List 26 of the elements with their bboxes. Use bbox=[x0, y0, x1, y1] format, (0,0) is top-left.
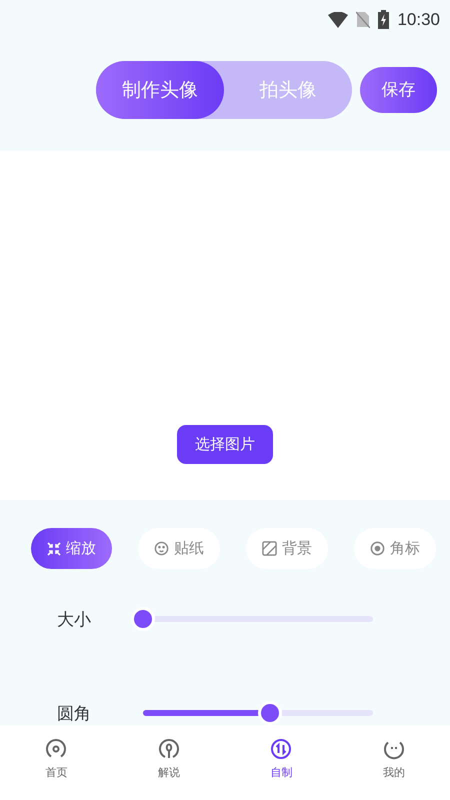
wifi-icon bbox=[328, 12, 348, 28]
nav-item[interactable]: 自制 bbox=[225, 725, 338, 800]
tool-tab[interactable]: 角标 bbox=[354, 528, 436, 569]
no-sim-icon bbox=[356, 11, 370, 28]
tab[interactable]: 制作头像 bbox=[96, 60, 224, 119]
target-icon bbox=[370, 541, 385, 556]
save-button[interactable]: 保存 bbox=[360, 66, 437, 113]
pin-circle-icon bbox=[158, 738, 180, 760]
hatched-square-icon bbox=[262, 541, 277, 556]
nav-item[interactable]: 首页 bbox=[0, 725, 112, 800]
swap-circle-icon bbox=[270, 738, 292, 760]
clock-time: 10:30 bbox=[397, 10, 440, 30]
slider-thumb[interactable] bbox=[131, 607, 155, 631]
nav-item[interactable]: 解说 bbox=[112, 725, 225, 800]
slider-label: 大小 bbox=[57, 608, 92, 630]
tool-tab[interactable]: 背景 bbox=[246, 528, 328, 569]
slider-thumb[interactable] bbox=[258, 701, 282, 725]
nav-item[interactable]: 我的 bbox=[338, 725, 450, 800]
tool-tab[interactable]: 贴纸 bbox=[138, 528, 220, 569]
disc-icon bbox=[45, 738, 68, 760]
slider-label: 圆角 bbox=[57, 702, 92, 724]
battery-charging-icon bbox=[378, 10, 390, 30]
shrink-icon bbox=[47, 542, 61, 556]
tool-tab[interactable]: 缩放 bbox=[31, 528, 112, 569]
smiley-icon bbox=[154, 541, 169, 556]
select-image-button[interactable]: 选择图片 bbox=[177, 425, 273, 464]
